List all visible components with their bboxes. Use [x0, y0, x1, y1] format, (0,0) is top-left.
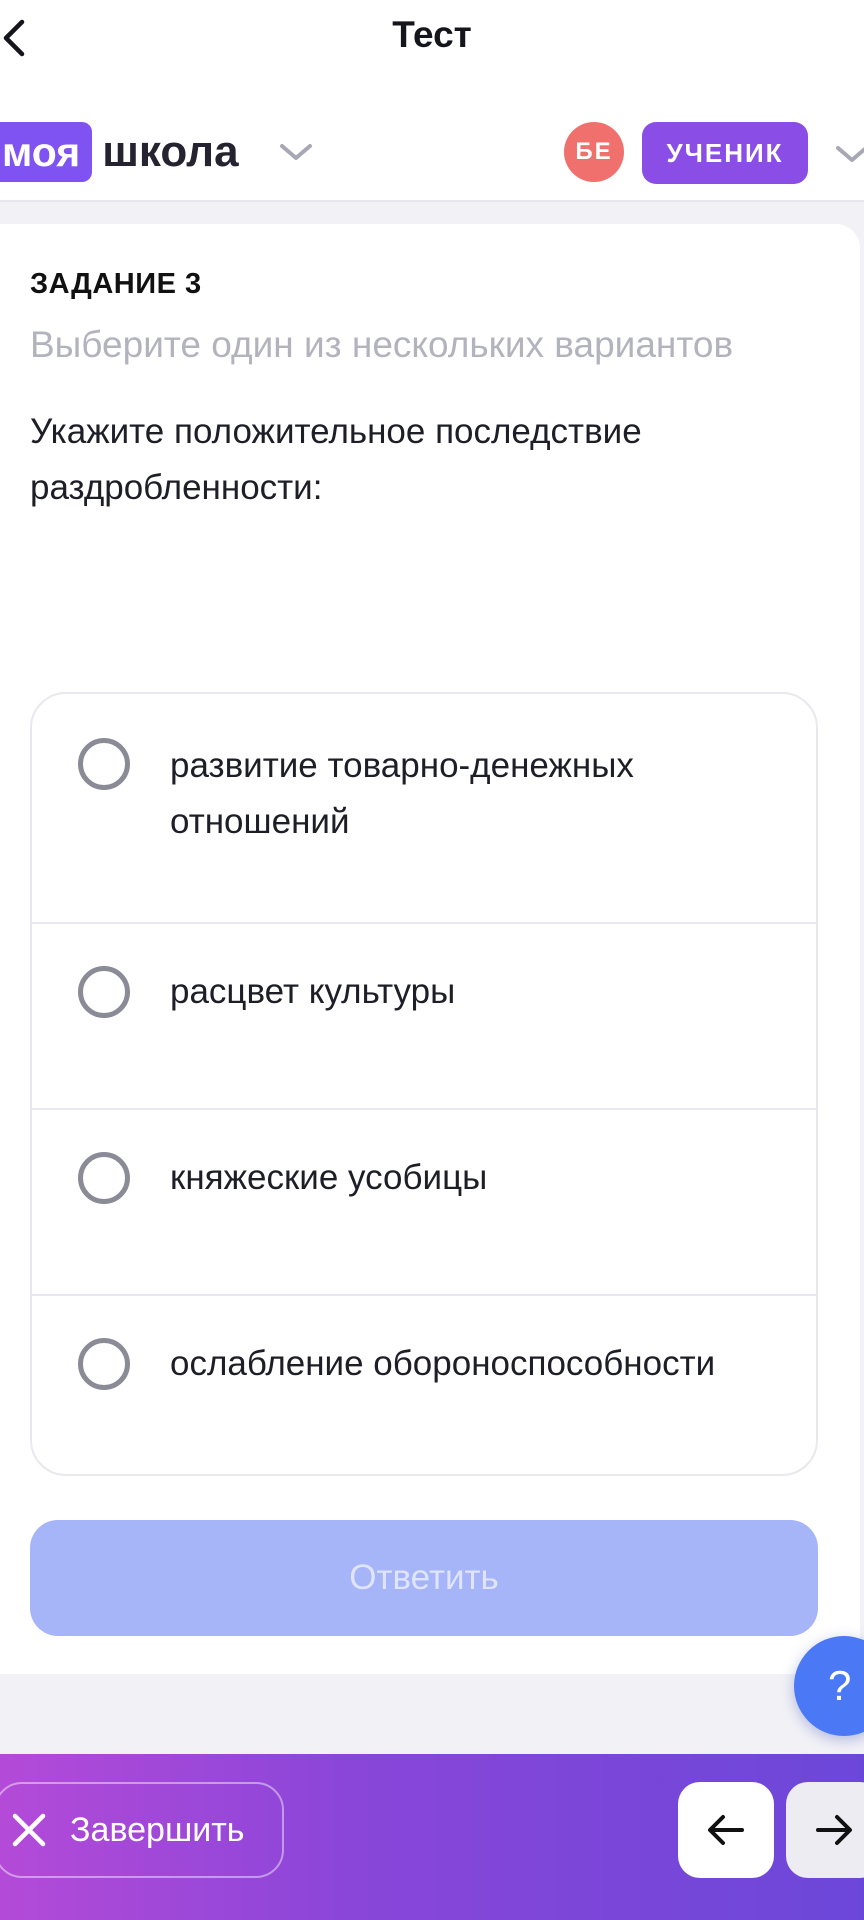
logo-text: школа [102, 127, 239, 176]
option-label: расцвет культуры [170, 972, 456, 1011]
answer-options: развитие товарно-денежных отношений расц… [30, 692, 818, 1476]
bottom-bar: Завершить [0, 1754, 864, 1920]
chevron-down-icon[interactable] [834, 142, 864, 166]
task-number: ЗАДАНИЕ 3 [30, 268, 202, 300]
previous-button[interactable] [678, 1782, 774, 1878]
avatar[interactable]: БЕ [564, 122, 624, 182]
radio-button[interactable] [78, 1338, 130, 1390]
answer-option[interactable]: расцвет культуры [32, 922, 816, 1110]
next-button[interactable] [786, 1782, 864, 1878]
option-label: развитие товарно-денежных отношений [170, 746, 634, 841]
logo-badge: моя [0, 122, 93, 182]
radio-button[interactable] [78, 738, 130, 790]
answer-option[interactable]: княжеские усобицы [32, 1108, 816, 1296]
close-icon [12, 1813, 46, 1847]
answer-option[interactable]: развитие товарно-денежных отношений [32, 694, 816, 924]
question-text: Укажите положительное последствие раздро… [30, 412, 642, 507]
submit-button[interactable]: Ответить [30, 1520, 818, 1636]
school-logo[interactable]: моя школа [0, 122, 239, 182]
chevron-down-icon[interactable] [278, 140, 314, 164]
finish-button[interactable]: Завершить [0, 1782, 284, 1878]
task-hint: Выберите один из нескольких вариантов [30, 324, 734, 365]
task-card: ЗАДАНИЕ 3 Выберите один из нескольких ва… [0, 224, 860, 1674]
page-title: Тест [392, 14, 472, 55]
arrow-left-icon [708, 1815, 744, 1845]
radio-button[interactable] [78, 1152, 130, 1204]
arrow-right-icon [816, 1815, 852, 1845]
role-badge[interactable]: УЧЕНИК [642, 122, 808, 184]
option-label: княжеские усобицы [170, 1158, 488, 1197]
answer-option[interactable]: ослабление обороноспособности [32, 1294, 816, 1474]
option-label: ослабление обороноспособности [170, 1344, 716, 1383]
finish-label: Завершить [70, 1810, 245, 1849]
top-bar: Тест моя школа БЕ УЧЕНИК [0, 0, 864, 202]
radio-button[interactable] [78, 966, 130, 1018]
